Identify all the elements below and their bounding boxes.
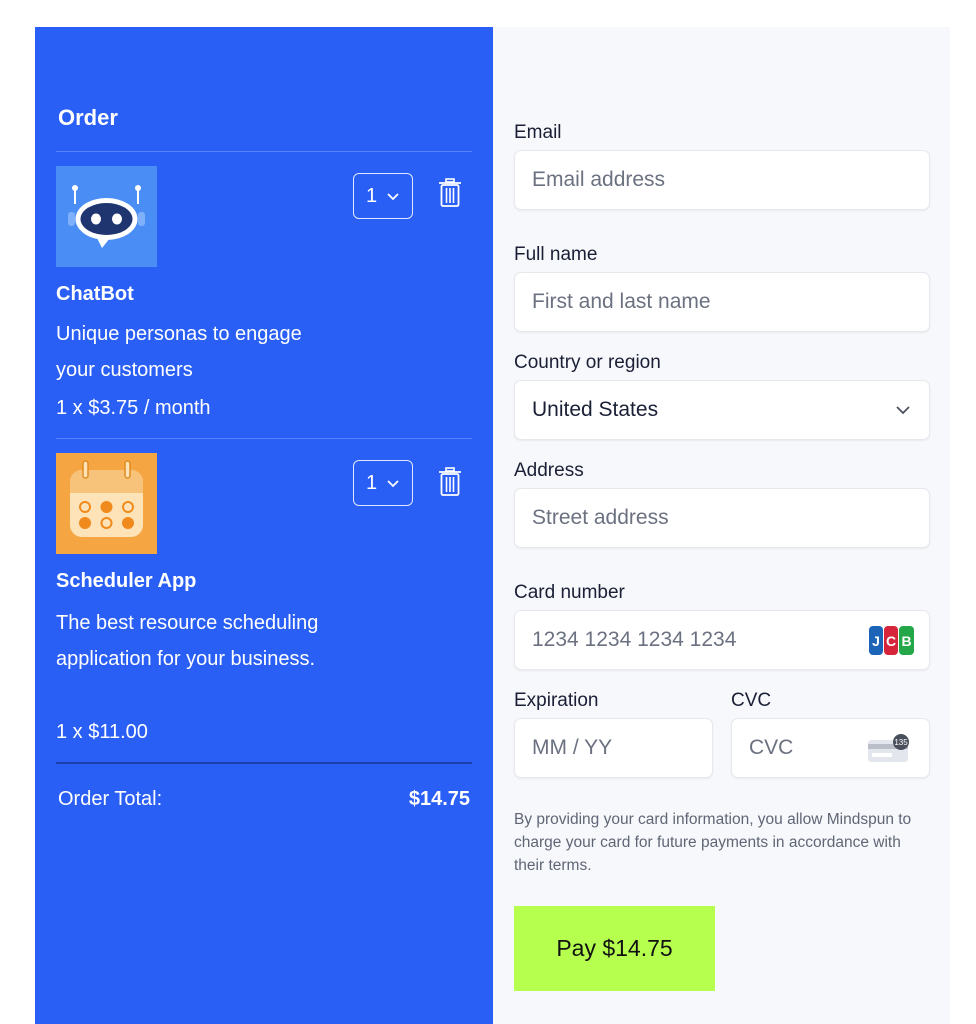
address-label: Address bbox=[514, 460, 584, 481]
card-number-label: Card number bbox=[514, 582, 625, 603]
expiration-label: Expiration bbox=[514, 690, 599, 711]
product-name: ChatBot bbox=[56, 283, 134, 305]
country-select[interactable]: United States bbox=[514, 380, 930, 440]
trash-icon[interactable] bbox=[438, 467, 462, 497]
trash-icon[interactable] bbox=[438, 178, 462, 208]
svg-text:B: B bbox=[901, 633, 911, 649]
address-field[interactable] bbox=[514, 488, 930, 548]
divider bbox=[56, 151, 472, 152]
email-field[interactable] bbox=[514, 150, 930, 210]
chevron-down-icon bbox=[387, 193, 399, 201]
country-label: Country or region bbox=[514, 352, 661, 373]
cvc-icon-text: 135 bbox=[894, 738, 908, 747]
quantity-select-chatbot[interactable]: 1 bbox=[353, 173, 413, 219]
product-price: 1 x $11.00 bbox=[56, 721, 148, 743]
total-divider bbox=[56, 762, 472, 764]
full-name-field[interactable] bbox=[514, 272, 930, 332]
card-number-field[interactable] bbox=[514, 610, 930, 670]
chevron-down-icon bbox=[896, 406, 910, 415]
quantity-select-scheduler[interactable]: 1 bbox=[353, 460, 413, 506]
product-description: The best resource scheduling application… bbox=[56, 612, 319, 670]
product-name: Scheduler App bbox=[56, 570, 197, 592]
pay-button[interactable]: Pay $14.75 bbox=[514, 906, 715, 991]
order-panel: Order 1 ChatBot Unique personas to engag… bbox=[35, 27, 493, 1024]
card-number-wrapper: J C B bbox=[514, 610, 930, 670]
order-title: Order bbox=[58, 105, 118, 130]
full-name-label: Full name bbox=[514, 244, 598, 265]
legal-notice: By providing your card information, you … bbox=[514, 811, 912, 874]
cvc-label: CVC bbox=[731, 690, 772, 711]
checkout-form: Email Full name Country or region United… bbox=[493, 27, 950, 1024]
email-label: Email bbox=[514, 122, 562, 143]
order-total-label: Order Total: bbox=[58, 788, 163, 810]
svg-text:J: J bbox=[872, 633, 880, 649]
divider bbox=[56, 438, 472, 439]
svg-text:C: C bbox=[886, 633, 896, 649]
country-value: United States bbox=[532, 398, 659, 421]
product-price: 1 x $3.75 / month bbox=[56, 397, 211, 419]
quantity-value: 1 bbox=[366, 184, 378, 207]
expiration-field[interactable] bbox=[514, 718, 713, 778]
calendar-icon bbox=[56, 453, 157, 554]
order-total-value: $14.75 bbox=[408, 788, 470, 810]
product-description: Unique personas to engage your customers bbox=[56, 323, 302, 381]
quantity-value: 1 bbox=[366, 471, 378, 494]
cvc-card-icon: 135 bbox=[868, 734, 909, 762]
cvc-wrapper: 135 bbox=[731, 718, 930, 778]
chatbot-robot-icon bbox=[56, 166, 157, 267]
chevron-down-icon bbox=[387, 480, 399, 488]
jcb-card-icon: J C B bbox=[869, 626, 914, 655]
